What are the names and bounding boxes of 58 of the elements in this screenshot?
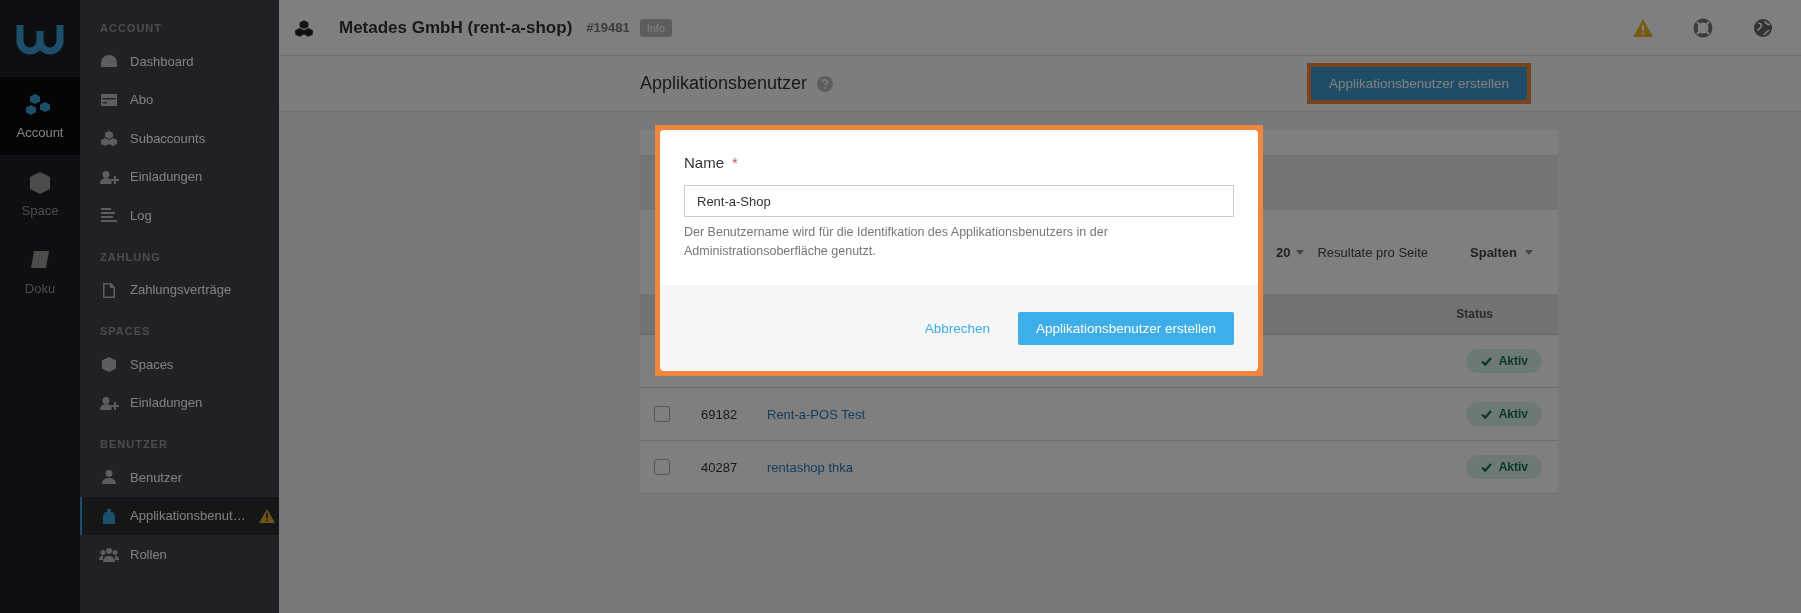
- user-link[interactable]: Rent-a-POS Test: [767, 406, 866, 422]
- column-header[interactable]: Status: [1456, 307, 1493, 321]
- status-badge: Aktiv: [1465, 455, 1542, 479]
- warning-icon[interactable]: [1633, 18, 1653, 37]
- globe-icon[interactable]: [1753, 17, 1773, 38]
- lifebuoy-icon[interactable]: [1693, 17, 1713, 38]
- name-field[interactable]: Rent-a-Shop: [684, 185, 1234, 217]
- sidebar-item[interactable]: Zahlungsverträge: [80, 270, 279, 309]
- page-size-dropdown[interactable]: 20: [1276, 244, 1305, 260]
- status-badge: Aktiv: [1465, 349, 1542, 373]
- userplus-icon: [99, 394, 119, 411]
- sidebar-item[interactable]: Subaccounts: [80, 119, 279, 158]
- sidebar-item[interactable]: Benutzer: [80, 458, 279, 497]
- status-badge: Aktiv: [1465, 402, 1542, 426]
- sidebar-item[interactable]: Dashboard: [80, 42, 279, 81]
- sidebar-item[interactable]: Abo: [80, 80, 279, 119]
- help-text: Der Benutzername wird für die Identifkation des Applikationsbenutzers in der Administrationsoberfläche genutzt.: [684, 224, 1109, 260]
- rail-item[interactable]: Space: [0, 155, 80, 233]
- field-label: Name: [684, 154, 724, 171]
- check-icon: [1480, 356, 1492, 366]
- userplus-icon: [99, 168, 119, 185]
- cubes-icon: [99, 130, 119, 147]
- user-icon: [99, 469, 119, 486]
- columns-dropdown[interactable]: Spalten: [1470, 244, 1533, 260]
- page-title: Applikationsbenutzer: [640, 73, 808, 94]
- cube-icon: [28, 170, 52, 195]
- sidebar-item[interactable]: Log: [80, 196, 279, 235]
- warning-icon: [258, 508, 275, 523]
- logo-icon: [15, 22, 65, 55]
- table-cell-text: 40287: [701, 459, 739, 475]
- sidebar-item[interactable]: Einladungen: [80, 383, 279, 422]
- submit-button[interactable]: Applikationsbenutzer erstellen: [1018, 311, 1234, 345]
- account-id: #19481: [586, 20, 630, 35]
- help-icon[interactable]: [817, 75, 834, 92]
- user-link[interactable]: rentashop thka: [767, 459, 853, 475]
- caret-icon: [1296, 249, 1305, 255]
- check-icon: [1480, 409, 1492, 419]
- card-icon: [99, 91, 119, 108]
- create-button[interactable]: Applikationsbenutzer erstellen: [1310, 67, 1527, 100]
- page-size-label: Resultate pro Seite: [1317, 244, 1429, 260]
- sidebar-item[interactable]: Einladungen: [80, 157, 279, 196]
- row-checkbox[interactable]: [654, 459, 670, 475]
- row-checkbox[interactable]: [654, 406, 670, 422]
- account-title: Metades GmbH (rent-a-shop): [339, 17, 573, 38]
- sidebar-item[interactable]: Spaces: [80, 345, 279, 384]
- cube-icon: [99, 356, 119, 373]
- rail-item[interactable]: Account: [0, 77, 80, 155]
- caret-icon: [1525, 249, 1533, 255]
- lines-icon: [99, 207, 119, 224]
- rail-item[interactable]: Doku: [0, 233, 80, 311]
- users-icon: [99, 546, 119, 563]
- table-cell-text: 69182: [701, 406, 739, 422]
- check-icon: [1480, 462, 1492, 472]
- cubes-icon: [293, 18, 315, 37]
- sidebar-item[interactable]: Applikationsbenut…: [80, 496, 279, 535]
- required-mark: *: [732, 154, 738, 171]
- cancel-link[interactable]: Abbrechen: [924, 320, 990, 336]
- sidebar-item[interactable]: Rollen: [80, 535, 279, 574]
